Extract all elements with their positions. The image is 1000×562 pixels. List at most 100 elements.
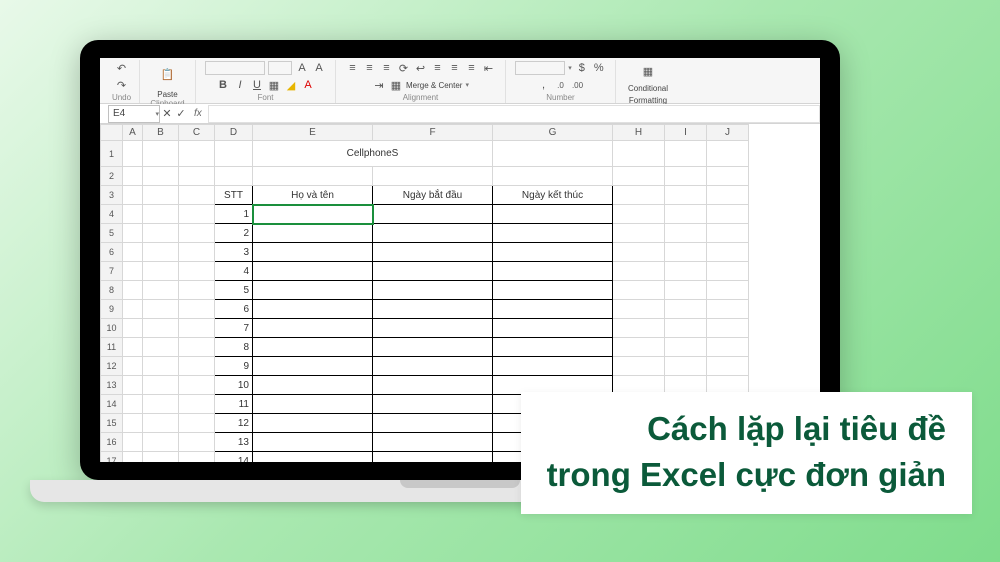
cell-A6[interactable] xyxy=(123,243,143,262)
row-header-5[interactable]: 5 xyxy=(101,224,123,243)
cell-D13[interactable]: 10 xyxy=(215,376,253,395)
cell-A9[interactable] xyxy=(123,300,143,319)
chevron-down-icon[interactable]: ▾ xyxy=(568,64,572,72)
cell-H4[interactable] xyxy=(613,205,665,224)
align-right-icon[interactable]: ≡ xyxy=(465,61,479,75)
cell-C17[interactable] xyxy=(179,452,215,463)
cell-C12[interactable] xyxy=(179,357,215,376)
row-header-12[interactable]: 12 xyxy=(101,357,123,376)
underline-button[interactable]: U xyxy=(250,78,264,92)
cell-F10[interactable] xyxy=(373,319,493,338)
chevron-down-icon[interactable]: ▾ xyxy=(465,81,469,89)
row-header-16[interactable]: 16 xyxy=(101,433,123,452)
merge-label[interactable]: Merge & Center xyxy=(406,81,462,90)
row-header-15[interactable]: 15 xyxy=(101,414,123,433)
font-decrease-icon[interactable]: A xyxy=(312,61,326,75)
cell-E7[interactable] xyxy=(253,262,373,281)
cell-A7[interactable] xyxy=(123,262,143,281)
cell-H1[interactable] xyxy=(613,141,665,167)
cell-I7[interactable] xyxy=(665,262,707,281)
cell-I1[interactable] xyxy=(665,141,707,167)
formula-bar[interactable] xyxy=(208,105,820,123)
cell-A5[interactable] xyxy=(123,224,143,243)
cell-C15[interactable] xyxy=(179,414,215,433)
font-family-select[interactable] xyxy=(205,61,265,75)
row-header-13[interactable]: 13 xyxy=(101,376,123,395)
cell-H5[interactable] xyxy=(613,224,665,243)
cell-E8[interactable] xyxy=(253,281,373,300)
cell-I10[interactable] xyxy=(665,319,707,338)
cell-H9[interactable] xyxy=(613,300,665,319)
conditional-formatting-icon[interactable]: ▦ xyxy=(638,61,658,81)
cell-E10[interactable] xyxy=(253,319,373,338)
cell-H12[interactable] xyxy=(613,357,665,376)
cell-A10[interactable] xyxy=(123,319,143,338)
cell-B6[interactable] xyxy=(143,243,179,262)
cell-J7[interactable] xyxy=(707,262,749,281)
cell-H11[interactable] xyxy=(613,338,665,357)
cell-H2[interactable] xyxy=(613,167,665,186)
cell-D4[interactable]: 1 xyxy=(215,205,253,224)
cell-C10[interactable] xyxy=(179,319,215,338)
cell-J2[interactable] xyxy=(707,167,749,186)
cell-F11[interactable] xyxy=(373,338,493,357)
row-header-9[interactable]: 9 xyxy=(101,300,123,319)
cell-B11[interactable] xyxy=(143,338,179,357)
col-header-F[interactable]: F xyxy=(373,125,493,141)
cell-C4[interactable] xyxy=(179,205,215,224)
cell-F3[interactable]: Ngày bắt đầu xyxy=(373,186,493,205)
cell-D14[interactable]: 11 xyxy=(215,395,253,414)
cell-B4[interactable] xyxy=(143,205,179,224)
cell-B13[interactable] xyxy=(143,376,179,395)
cell-H10[interactable] xyxy=(613,319,665,338)
cell-E5[interactable] xyxy=(253,224,373,243)
cell-F12[interactable] xyxy=(373,357,493,376)
cell-F17[interactable] xyxy=(373,452,493,463)
align-middle-icon[interactable]: ≡ xyxy=(363,61,377,75)
cell-A2[interactable] xyxy=(123,167,143,186)
cell-G11[interactable] xyxy=(493,338,613,357)
row-header-7[interactable]: 7 xyxy=(101,262,123,281)
cell-D15[interactable]: 12 xyxy=(215,414,253,433)
cell-J9[interactable] xyxy=(707,300,749,319)
col-header-H[interactable]: H xyxy=(613,125,665,141)
increase-decimal-icon[interactable]: .0 xyxy=(554,78,568,92)
col-header-E[interactable]: E xyxy=(253,125,373,141)
cell-A17[interactable] xyxy=(123,452,143,463)
cell-C7[interactable] xyxy=(179,262,215,281)
row-header-4[interactable]: 4 xyxy=(101,205,123,224)
cell-E4[interactable] xyxy=(253,205,373,224)
row-header-14[interactable]: 14 xyxy=(101,395,123,414)
fx-icon[interactable]: fx xyxy=(194,108,202,119)
cell-E14[interactable] xyxy=(253,395,373,414)
cell-J11[interactable] xyxy=(707,338,749,357)
cell-E6[interactable] xyxy=(253,243,373,262)
orientation-icon[interactable]: ⟳ xyxy=(397,61,411,75)
cell-H7[interactable] xyxy=(613,262,665,281)
cell-A8[interactable] xyxy=(123,281,143,300)
row-header-3[interactable]: 3 xyxy=(101,186,123,205)
percent-icon[interactable]: % xyxy=(592,61,606,75)
merge-icon[interactable]: ▦ xyxy=(389,78,403,92)
font-color-icon[interactable]: A xyxy=(301,78,315,92)
cell-J1[interactable] xyxy=(707,141,749,167)
cell-J3[interactable] xyxy=(707,186,749,205)
comma-icon[interactable]: , xyxy=(537,78,551,92)
enter-icon[interactable]: ✓ xyxy=(174,107,188,121)
cell-B10[interactable] xyxy=(143,319,179,338)
name-box[interactable]: E4 ▾ xyxy=(108,105,160,123)
title-cell[interactable]: CellphoneS xyxy=(253,141,493,167)
cell-G4[interactable] xyxy=(493,205,613,224)
cell-B17[interactable] xyxy=(143,452,179,463)
indent-dec-icon[interactable]: ⇤ xyxy=(482,61,496,75)
cell-G3[interactable]: Ngày kết thúc xyxy=(493,186,613,205)
cell-A14[interactable] xyxy=(123,395,143,414)
cell-G2[interactable] xyxy=(493,167,613,186)
cell-J6[interactable] xyxy=(707,243,749,262)
cell-I9[interactable] xyxy=(665,300,707,319)
cell-G6[interactable] xyxy=(493,243,613,262)
cell-C1[interactable] xyxy=(179,141,215,167)
cancel-icon[interactable]: ✕ xyxy=(160,107,174,121)
cell-C14[interactable] xyxy=(179,395,215,414)
cell-A16[interactable] xyxy=(123,433,143,452)
